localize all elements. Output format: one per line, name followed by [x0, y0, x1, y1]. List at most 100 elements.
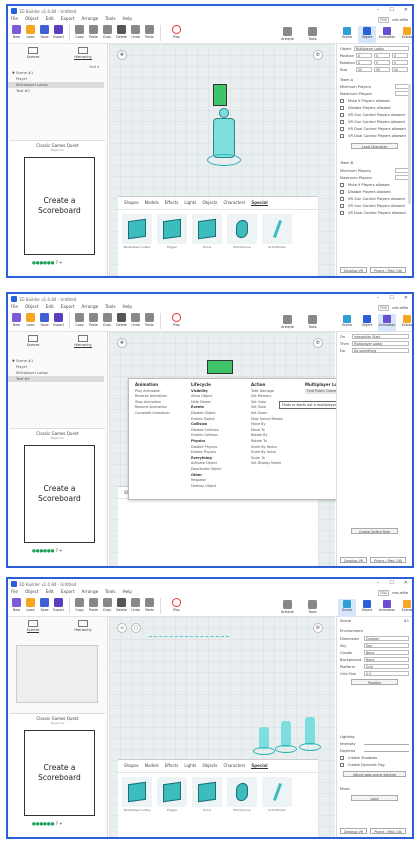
shadows-row[interactable]: Create Shadows [340, 756, 409, 760]
tab-animation[interactable]: Animation [378, 599, 396, 617]
intensity-slider[interactable] [364, 743, 409, 745]
tab-object[interactable]: Object [358, 314, 376, 332]
desktop-vr-button[interactable]: Desktop VR [340, 828, 368, 834]
size-y-input[interactable]: 50 [374, 67, 390, 72]
checkbox[interactable] [340, 99, 344, 103]
add-button[interactable]: + [59, 549, 63, 554]
tab-scenes[interactable]: Scenes [8, 44, 58, 66]
lobby-object[interactable] [207, 360, 233, 374]
redo-button[interactable]: Redo [143, 597, 156, 612]
undo-button[interactable]: Undo [129, 24, 142, 39]
asset-trigger[interactable]: Trigger [157, 214, 187, 249]
asset-score[interactable]: Score [192, 777, 222, 812]
action-item[interactable]: Destroy Object [191, 484, 222, 490]
adjust-lighting-button[interactable]: Adjust post-scene lighting [343, 771, 406, 777]
load-music-button[interactable]: Load [351, 795, 398, 801]
option-b-row[interactable]: Disable Players allowed [340, 190, 409, 194]
rotation-y-input[interactable]: 0 [374, 60, 390, 65]
save-button[interactable]: Save [38, 597, 51, 612]
checkbox[interactable] [340, 204, 344, 208]
position-z-input[interactable]: 0 [392, 53, 408, 58]
tab-lights[interactable]: Lights [184, 200, 196, 206]
checkbox[interactable] [340, 183, 344, 187]
duplicate-button[interactable]: Dupl. [101, 24, 114, 39]
tab-animation[interactable]: Animation [378, 314, 396, 332]
tree-item-text[interactable]: Text #0 [12, 88, 104, 94]
menu-object[interactable]: Object [25, 589, 39, 597]
asset-multiplayer-lobby[interactable]: Multiplayer Lobby [122, 214, 152, 249]
new-button[interactable]: New [10, 312, 23, 327]
menu-help[interactable]: Help [123, 16, 133, 24]
minimize-button[interactable]: – [377, 7, 380, 13]
menu-tools[interactable]: Tools [105, 304, 115, 312]
add-button[interactable]: + [59, 822, 63, 827]
save-button[interactable]: Save [38, 24, 51, 39]
maximize-button[interactable]: ☐ [389, 295, 393, 301]
character-figure[interactable] [259, 727, 269, 749]
menu-file[interactable]: File [11, 304, 18, 312]
option-a-row[interactable]: VR Gun Control Players allowed [340, 120, 409, 124]
tab-scene[interactable]: Scene [338, 314, 356, 332]
tab-characters[interactable]: Characters [224, 763, 246, 769]
tab-animation[interactable]: Animation [378, 26, 396, 44]
dimension-select[interactable]: Outdoor [364, 636, 409, 641]
export-button[interactable]: Export [52, 312, 65, 327]
sky-select[interactable]: Day [364, 643, 409, 648]
position-y-input[interactable]: 0 [374, 53, 390, 58]
paste-button[interactable]: Paste [87, 597, 100, 612]
asset-score[interactable]: Score [192, 214, 222, 249]
desktop-vr-button[interactable]: Desktop VR [340, 557, 368, 563]
min-players-input[interactable] [395, 168, 409, 173]
option-b-row[interactable]: VR Gun Control Players allowed [340, 204, 409, 208]
redo-button[interactable]: Redo [143, 24, 156, 39]
maximize-button[interactable]: ☐ [389, 580, 393, 586]
tab-scene[interactable]: Scene [338, 599, 356, 617]
duplicate-button[interactable]: Dupl. [101, 312, 114, 327]
sort-dropdown[interactable]: Sort ▾ [89, 65, 99, 69]
tools-button[interactable]: Tools [306, 599, 319, 614]
tab-lights[interactable]: Lights [184, 763, 196, 769]
do-select[interactable]: Do something [352, 348, 409, 353]
scene-frame-icon[interactable]: ▢ [131, 623, 141, 633]
character-figure[interactable] [281, 721, 291, 747]
daytime-slider[interactable] [364, 750, 409, 752]
close-button[interactable]: ✕ [404, 580, 408, 586]
action-item[interactable]: Set Display Name [251, 461, 283, 467]
menu-edit[interactable]: Edit [46, 304, 54, 312]
settings-icon[interactable]: ⚙ [313, 623, 323, 633]
menu-edit[interactable]: Edit [46, 589, 54, 597]
help-button[interactable]: ? [56, 822, 58, 827]
min-players-input[interactable] [395, 84, 409, 89]
settings-icon[interactable]: ⚙ [313, 338, 323, 348]
play-button[interactable]: Play [170, 312, 183, 327]
position-button[interactable]: Position [351, 679, 398, 685]
checkbox[interactable] [340, 127, 344, 131]
rotation-z-input[interactable]: 0 [392, 60, 408, 65]
redo-button[interactable]: Redo [143, 312, 156, 327]
checkbox[interactable] [340, 763, 344, 767]
character-row-top[interactable] [149, 621, 229, 637]
tab-effects[interactable]: Effects [165, 763, 179, 769]
export-button[interactable]: Export [52, 597, 65, 612]
phone-ipad-button[interactable]: Phone / iPad (16) [370, 557, 407, 563]
add-button[interactable]: + [59, 261, 63, 266]
size-z-input[interactable]: 50 [392, 67, 408, 72]
help-button[interactable]: ? [56, 261, 58, 266]
tab-object[interactable]: Object [358, 26, 376, 44]
asset-grid-marker[interactable]: Grid Marker [262, 777, 292, 812]
copy-button[interactable]: Copy [73, 597, 86, 612]
load-button[interactable]: Load [24, 24, 37, 39]
player-body[interactable] [213, 118, 235, 158]
menu-arrange[interactable]: Arrange [81, 589, 98, 597]
tab-scene[interactable]: Scene [338, 26, 356, 44]
scoreboard-card[interactable]: Create a Scoreboard [24, 730, 95, 816]
duplicate-button[interactable]: Dupl. [101, 597, 114, 612]
checkbox[interactable] [340, 134, 344, 138]
option-a-row[interactable]: Disable Players allowed [340, 106, 409, 110]
checkbox[interactable] [340, 120, 344, 124]
tab-shapes[interactable]: Shapes [124, 763, 139, 769]
artstyle-button[interactable]: Artstyle [281, 314, 294, 329]
background-select[interactable]: None [364, 657, 409, 662]
undo-button[interactable]: Undo [129, 312, 142, 327]
checkbox[interactable] [340, 197, 344, 201]
